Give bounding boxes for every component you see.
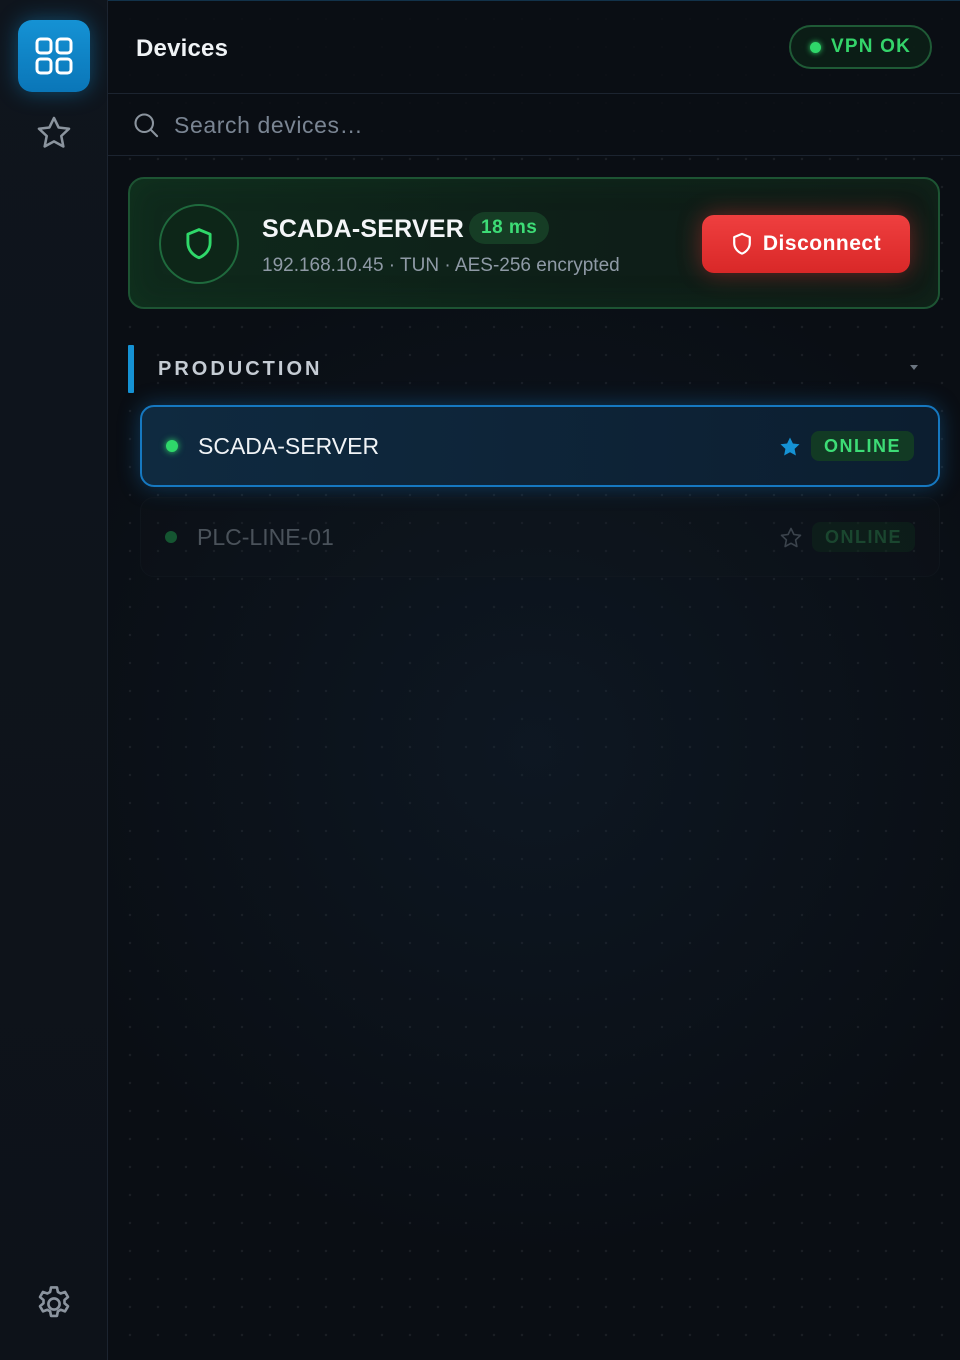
shield-icon bbox=[186, 228, 212, 260]
disconnect-label: Disconnect bbox=[762, 232, 882, 255]
app-window: Devices VPN OK SCADA-SERVER 18 ms 192.16… bbox=[0, 0, 960, 1360]
device-name: SCADA-SERVER bbox=[198, 432, 380, 459]
star-icon[interactable] bbox=[779, 526, 803, 550]
search-bar bbox=[108, 94, 960, 156]
rail-favorites-button[interactable] bbox=[18, 98, 90, 168]
top-bar: Devices VPN OK bbox=[108, 1, 960, 94]
status-badge: ONLINE bbox=[810, 431, 914, 461]
active-connection-card: SCADA-SERVER 18 ms 192.168.10.45 · TUN ·… bbox=[128, 177, 940, 309]
device-row-scada-server[interactable]: SCADA-SERVER ONLINE bbox=[140, 405, 940, 487]
star-filled-icon[interactable] bbox=[778, 435, 802, 459]
star-icon bbox=[37, 116, 71, 148]
device-row-plc-line-01[interactable]: PLC-LINE-01 ONLINE bbox=[140, 497, 940, 577]
search-icon bbox=[134, 113, 159, 138]
chevron-down-icon[interactable] bbox=[910, 365, 918, 370]
main-panel: Devices VPN OK SCADA-SERVER 18 ms 192.16… bbox=[108, 0, 960, 1360]
group-label: PRODUCTION bbox=[158, 358, 323, 380]
online-dot-icon bbox=[165, 531, 177, 543]
grid-icon bbox=[35, 37, 73, 75]
connection-shield bbox=[159, 204, 239, 284]
connection-name: SCADA-SERVER bbox=[262, 215, 464, 243]
group-accent-bar bbox=[128, 345, 134, 393]
gear-icon bbox=[38, 1286, 70, 1318]
rail-devices-button[interactable] bbox=[18, 20, 90, 92]
status-badge: ONLINE bbox=[811, 522, 915, 552]
disconnect-button[interactable]: Disconnect bbox=[702, 215, 910, 273]
vpn-status-badge: VPN OK bbox=[789, 25, 932, 69]
shield-icon bbox=[732, 232, 751, 255]
online-dot-icon bbox=[166, 440, 178, 452]
search-input[interactable] bbox=[174, 106, 954, 144]
latency-badge: 18 ms bbox=[469, 212, 550, 244]
group-header-production[interactable]: PRODUCTION bbox=[128, 345, 918, 393]
device-name: PLC-LINE-01 bbox=[197, 523, 334, 550]
page-title: Devices bbox=[136, 35, 229, 62]
status-dot-icon bbox=[809, 41, 821, 53]
rail-settings-button[interactable] bbox=[18, 1268, 90, 1340]
connection-details: 192.168.10.45 · TUN · AES-256 encrypted bbox=[262, 255, 620, 276]
sidebar-rail bbox=[0, 0, 108, 1360]
vpn-status-label: VPN OK bbox=[830, 36, 912, 57]
